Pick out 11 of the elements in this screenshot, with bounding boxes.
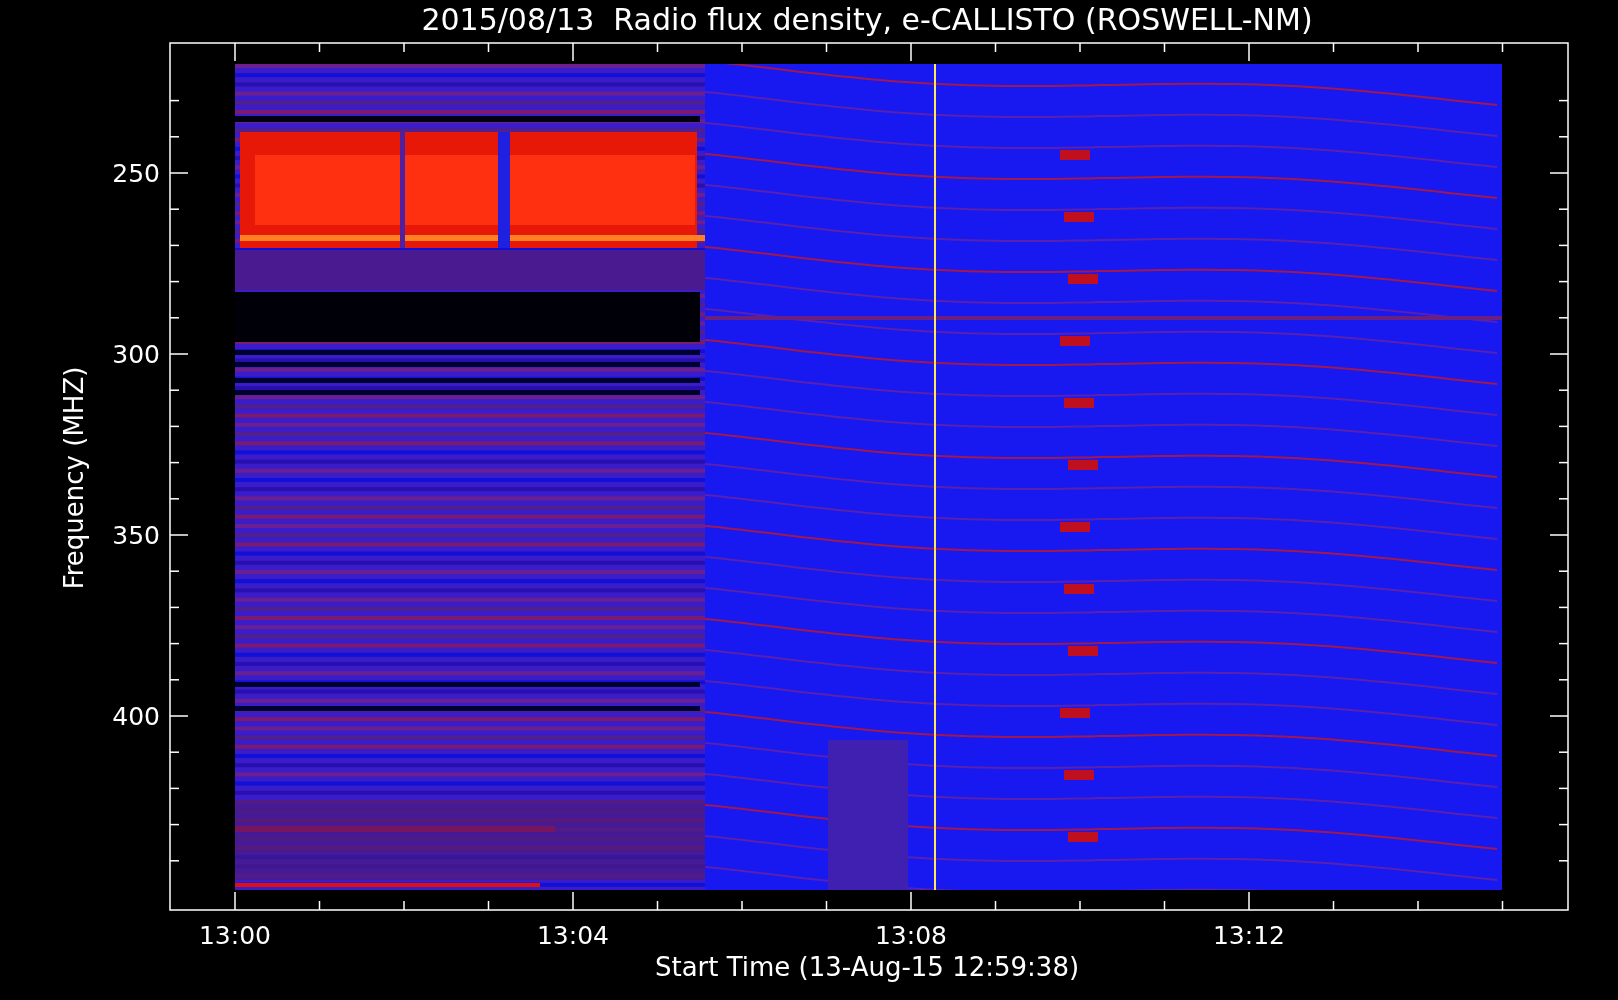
x-tick-label: 13:00: [199, 921, 271, 950]
y-tick-label: 250: [112, 159, 160, 188]
x-axis-title: Start Time (13-Aug-15 12:59:38): [654, 952, 1080, 982]
y-tick-label: 350: [112, 521, 160, 550]
x-tick-label: 13:08: [875, 921, 947, 950]
y-tick-label: 400: [112, 702, 160, 731]
y-tick-label: 300: [112, 340, 160, 369]
y-axis-title: Frequency (MHZ): [59, 366, 89, 590]
chart-title: 2015/08/13 Radio flux density, e-CALLISTO (ROSWELL-NM): [421, 2, 1313, 37]
x-tick-label: 13:04: [537, 921, 609, 950]
x-tick-label: 13:12: [1213, 921, 1285, 950]
